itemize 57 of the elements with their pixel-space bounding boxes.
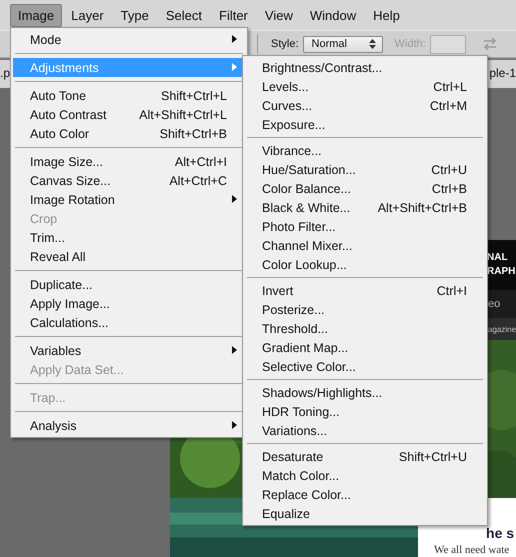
menu-item[interactable]: Auto Tone Shift+Ctrl+L bbox=[13, 86, 245, 105]
width-field[interactable] bbox=[430, 34, 466, 54]
menu-item[interactable]: Calculations... bbox=[13, 313, 245, 332]
shortcut-text: Alt+Shift+Ctrl+L bbox=[139, 108, 227, 122]
tagline-text: agazine bbox=[488, 324, 516, 334]
shortcut-text: Alt+Ctrl+C bbox=[169, 174, 227, 188]
menu-bar-item[interactable]: Image bbox=[10, 4, 62, 26]
shortcut-text: Ctrl+U bbox=[431, 162, 467, 176]
shortcut-text: Ctrl+I bbox=[436, 284, 467, 298]
swap-icon[interactable] bbox=[482, 37, 498, 51]
menu-item[interactable]: Curves... Ctrl+M bbox=[245, 96, 485, 115]
menu-item[interactable]: Apply Image... bbox=[13, 294, 245, 313]
menu-item[interactable]: Image Size... Alt+Ctrl+I bbox=[13, 152, 245, 171]
logo-text: RAPH bbox=[487, 265, 516, 279]
style-label: Style: bbox=[271, 38, 299, 50]
menu-bar-item[interactable]: View bbox=[256, 4, 301, 26]
menu-item[interactable]: Posterize... bbox=[245, 300, 485, 319]
shortcut-text: Shift+Ctrl+B bbox=[160, 126, 227, 140]
menu-item[interactable]: Trim... bbox=[13, 228, 245, 247]
menu-item[interactable]: Auto Contrast Alt+Shift+Ctrl+L bbox=[13, 105, 245, 124]
menu-item[interactable]: Channel Mixer... bbox=[245, 236, 485, 255]
menu-item[interactable]: Exposure... bbox=[245, 115, 485, 134]
menu-bar-item[interactable]: Select bbox=[158, 4, 210, 26]
menu-item[interactable]: Reveal All bbox=[13, 247, 245, 266]
shortcut-text: Shift+Ctrl+U bbox=[398, 450, 467, 464]
menu-item[interactable]: Auto Color Shift+Ctrl+B bbox=[13, 124, 245, 143]
menu-item[interactable]: Duplicate... bbox=[13, 275, 245, 294]
shortcut-text: Ctrl+B bbox=[432, 182, 467, 196]
article-heading: he s bbox=[486, 525, 516, 541]
shortcut-text: Ctrl+M bbox=[430, 98, 467, 112]
menu-item[interactable]: Hue/Saturation... Ctrl+U bbox=[245, 160, 485, 179]
menu-item[interactable]: Levels... Ctrl+L bbox=[245, 77, 485, 96]
updown-arrow-icon bbox=[368, 39, 376, 49]
menu-bar-item[interactable]: Window bbox=[302, 4, 364, 26]
menu-item[interactable]: Brightness/Contrast... bbox=[245, 58, 485, 77]
menu-item[interactable]: Vibrance... bbox=[245, 141, 485, 160]
shortcut-text: Alt+Shift+Ctrl+B bbox=[378, 200, 467, 214]
menu-item[interactable]: Photo Filter... bbox=[245, 217, 485, 236]
menu-item[interactable]: Mode bbox=[13, 30, 245, 49]
menu-item[interactable]: Image Rotation bbox=[13, 190, 245, 209]
shortcut-text: Ctrl+L bbox=[433, 80, 467, 94]
menu-item[interactable]: Black & White... Alt+Shift+Ctrl+B bbox=[245, 198, 485, 217]
menu-bar-item[interactable]: Filter bbox=[211, 4, 256, 26]
menu-item[interactable]: Canvas Size... Alt+Ctrl+C bbox=[13, 171, 245, 190]
shortcut-text: Shift+Ctrl+L bbox=[160, 88, 227, 102]
menu-bar-item[interactable]: Type bbox=[112, 4, 157, 26]
menu-bar-item[interactable]: Help bbox=[365, 4, 408, 26]
document-tab[interactable]: .p bbox=[0, 60, 10, 88]
menu-item[interactable]: Invert Ctrl+I bbox=[245, 281, 485, 300]
menu-item[interactable]: Threshold... bbox=[245, 319, 485, 338]
menu-item[interactable]: Color Lookup... bbox=[245, 255, 485, 274]
nav-link[interactable]: eo bbox=[488, 298, 500, 310]
shortcut-text: Alt+Ctrl+I bbox=[174, 154, 227, 168]
menu-item[interactable]: Color Balance... Ctrl+B bbox=[245, 179, 485, 198]
article-text: We all need wate bbox=[434, 544, 510, 556]
menu-bar-item[interactable]: Layer bbox=[63, 4, 112, 26]
style-dropdown[interactable]: Normal bbox=[302, 36, 383, 52]
